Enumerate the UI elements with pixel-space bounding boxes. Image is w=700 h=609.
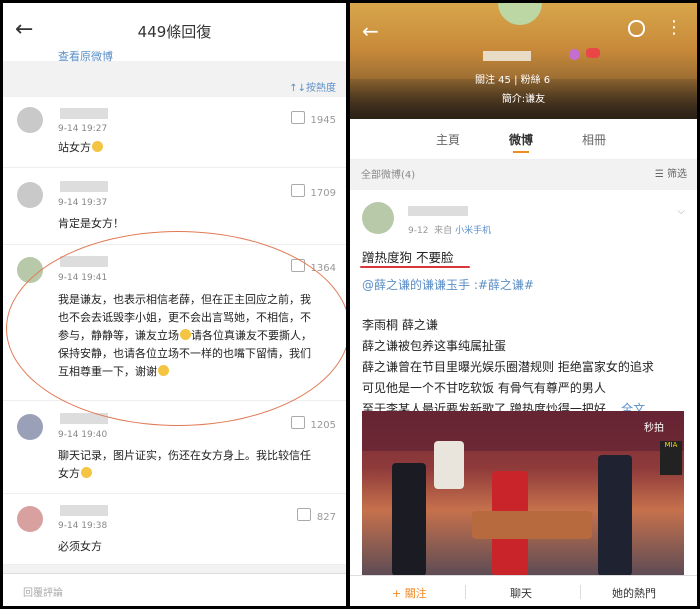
emoji-icon <box>81 467 92 478</box>
username-redacted[interactable] <box>60 181 108 192</box>
post-line: 薛之谦曾在节目里曝光娱乐圈潜规则 拒绝富家女的追求 <box>362 360 654 374</box>
thumbs-up-icon <box>290 416 305 429</box>
follow-button[interactable]: + 關注 <box>392 585 427 601</box>
username-redacted[interactable] <box>60 256 108 267</box>
profile-avatar[interactable] <box>498 3 542 25</box>
member-badge-icon <box>586 48 600 58</box>
thumbs-up-icon <box>290 259 305 272</box>
like-count: 1364 <box>310 263 336 274</box>
emoji-icon <box>92 141 103 152</box>
avatar[interactable] <box>17 182 43 208</box>
gender-icon <box>569 49 580 60</box>
comment-text: 肯定是女方！ <box>58 217 124 230</box>
sort-bar: ↑↓按熱度 <box>3 75 346 97</box>
filter-icon: ☰ <box>654 169 667 180</box>
view-original-link[interactable]: 查看原微博 <box>58 48 113 64</box>
tab-weibo[interactable]: 微博 <box>509 131 533 153</box>
chevron-down-icon[interactable]: ⌵ <box>677 206 685 217</box>
like-button[interactable]: 1205 <box>290 416 336 431</box>
posts-filter-bar: 全部微博(4) ☰ 筛选 <box>350 160 697 190</box>
post-line: 李雨桐 薛之谦 <box>362 318 438 332</box>
thumbs-up-icon <box>296 508 311 521</box>
comment-text: 聊天记录，图片证实，伤还在女方身上。我比较信任 女方 <box>58 449 311 480</box>
like-count: 1945 <box>310 115 336 126</box>
reply-bar: 回覆評論 <box>3 573 346 606</box>
like-count: 1709 <box>310 188 336 199</box>
avatar[interactable] <box>17 257 43 283</box>
filter-button[interactable]: ☰ 筛选 <box>655 165 687 180</box>
comment-item: 9-14 19:38 827 必须女方 <box>3 494 346 565</box>
emoji-icon <box>180 329 191 340</box>
reply-input[interactable]: 回覆評論 <box>23 584 63 599</box>
post-line: 可见他是一个不甘吃软饭 有骨气有尊严的男人 <box>362 381 606 395</box>
comment-item: 9-14 19:37 1709 肯定是女方！ <box>3 168 346 245</box>
video-thumbnail[interactable]: 秒拍 MIA <box>362 411 684 576</box>
comment-text: 必须女方 <box>58 540 102 553</box>
comment-time: 9-14 19:27 <box>58 124 108 134</box>
headline-underline <box>360 266 470 268</box>
profile-name-redacted <box>483 51 531 61</box>
comment-time: 9-14 19:37 <box>58 198 108 208</box>
all-posts-count[interactable]: 全部微博(4) <box>361 166 415 181</box>
comments-header: ← 449條回復 查看原微博 <box>3 3 346 64</box>
comment-text: 站女方 <box>58 139 334 157</box>
username-redacted[interactable] <box>60 505 108 516</box>
profile-action-bar: + 關注 聊天 她的熱門 <box>350 575 697 606</box>
like-count: 827 <box>316 512 336 523</box>
like-button[interactable]: 827 <box>296 508 336 523</box>
emoji-icon <box>158 365 169 376</box>
like-button[interactable]: 1364 <box>290 259 336 274</box>
tab-home[interactable]: 主頁 <box>436 131 460 148</box>
profile-intro: 簡介:谦友 <box>501 94 546 105</box>
sort-by-hot-button[interactable]: ↑↓按熱度 <box>289 79 336 94</box>
post-source: 小米手机 <box>455 226 492 236</box>
post-tags[interactable]: @薛之谦的谦谦玉手 :#薛之谦# <box>362 276 534 293</box>
like-button[interactable]: 1945 <box>290 111 336 126</box>
comments-screen: ← 449條回復 查看原微博 ↑↓按熱度 9-14 19:27 1945 站女方… <box>3 3 346 606</box>
thumbs-up-icon <box>290 184 305 197</box>
username-redacted[interactable] <box>60 108 108 119</box>
divider <box>580 585 581 599</box>
like-count: 1205 <box>310 420 336 431</box>
tab-album[interactable]: 相冊 <box>582 131 606 148</box>
comment-time: 9-14 19:41 <box>58 273 108 283</box>
thumbs-up-icon <box>290 111 305 124</box>
avatar[interactable] <box>17 107 43 133</box>
profile-screen: ← ⋮ 關注 45 | 粉絲 6 簡介:谦友 主頁 微博 相冊 全部微博(4) … <box>350 3 697 606</box>
username-redacted[interactable] <box>408 206 468 216</box>
comment-item: 9-14 19:41 1364 我是谦友，也表示相信老薛，但在正主回应之前，我 … <box>3 245 346 401</box>
audience-background <box>362 411 684 451</box>
follow-stats[interactable]: 關注 45 | 粉絲 6 <box>475 71 550 86</box>
comment-item: 9-14 19:27 1945 站女方 <box>3 97 346 168</box>
desk <box>472 511 592 539</box>
post-line: 薛之谦被包养这事纯属扯蛋 <box>362 339 507 353</box>
post-meta: 9-12 来自 小米手机 <box>408 226 492 236</box>
person-figure <box>598 455 632 576</box>
more-icon[interactable]: ⋮ <box>665 17 683 38</box>
back-arrow-icon[interactable]: ← <box>362 19 379 43</box>
person-figure <box>392 463 426 576</box>
person-figure <box>434 441 464 489</box>
avatar[interactable] <box>17 414 43 440</box>
chat-button[interactable]: 聊天 <box>510 585 532 601</box>
comment-text: 我是谦友，也表示相信老薛，但在正主回应之前，我 也不会去诋毁李小姐，更不会出言骂… <box>58 293 312 378</box>
post-headline: 蹭热度狗 不要脸 <box>362 250 454 265</box>
profile-cover: ← ⋮ 關注 45 | 粉絲 6 簡介:谦友 <box>350 3 697 119</box>
like-button[interactable]: 1709 <box>290 184 336 199</box>
comment-time: 9-14 19:40 <box>58 430 108 440</box>
comment-item: 9-14 19:40 1205 聊天记录，图片证实，伤还在女方身上。我比较信任 … <box>3 401 346 494</box>
her-hot-button[interactable]: 她的熱門 <box>612 585 656 601</box>
profile-tabs: 主頁 微博 相冊 <box>350 119 697 160</box>
video-brand: 秒拍 <box>644 423 664 434</box>
divider <box>465 585 466 599</box>
page-title: 449條回復 <box>137 23 212 41</box>
comment-time: 9-14 19:38 <box>58 521 108 531</box>
username-redacted[interactable] <box>60 413 108 424</box>
show-logo: MIA <box>660 441 682 475</box>
avatar[interactable] <box>362 202 394 234</box>
search-icon[interactable] <box>628 20 645 37</box>
avatar[interactable] <box>17 506 43 532</box>
